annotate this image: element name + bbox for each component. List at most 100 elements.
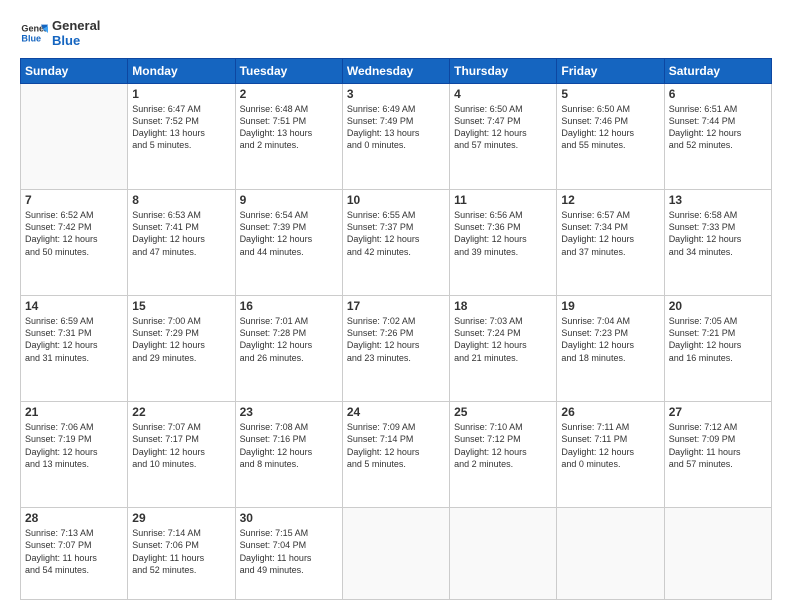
day-info: Sunrise: 7:05 AM Sunset: 7:21 PM Dayligh… [669,315,767,364]
day-number: 19 [561,299,659,313]
calendar-cell: 26Sunrise: 7:11 AM Sunset: 7:11 PM Dayli… [557,402,664,508]
day-number: 10 [347,193,445,207]
day-info: Sunrise: 6:48 AM Sunset: 7:51 PM Dayligh… [240,103,338,152]
day-number: 3 [347,87,445,101]
day-info: Sunrise: 6:59 AM Sunset: 7:31 PM Dayligh… [25,315,123,364]
calendar-cell [664,508,771,600]
day-info: Sunrise: 6:58 AM Sunset: 7:33 PM Dayligh… [669,209,767,258]
day-number: 1 [132,87,230,101]
day-number: 11 [454,193,552,207]
day-number: 5 [561,87,659,101]
day-number: 29 [132,511,230,525]
day-info: Sunrise: 7:03 AM Sunset: 7:24 PM Dayligh… [454,315,552,364]
calendar-cell: 7Sunrise: 6:52 AM Sunset: 7:42 PM Daylig… [21,190,128,296]
weekday-friday: Friday [557,59,664,84]
day-info: Sunrise: 7:06 AM Sunset: 7:19 PM Dayligh… [25,421,123,470]
calendar-cell: 6 Sunrise: 6:51 AM Sunset: 7:44 PM Daylig… [664,84,771,190]
day-number: 12 [561,193,659,207]
logo-blue-text: Blue [52,33,100,48]
calendar-cell: 18Sunrise: 7:03 AM Sunset: 7:24 PM Dayli… [450,296,557,402]
day-info: Sunrise: 7:07 AM Sunset: 7:17 PM Dayligh… [132,421,230,470]
calendar-cell: 1 Sunrise: 6:47 AM Sunset: 7:52 PM Daylig… [128,84,235,190]
calendar-cell: 2 Sunrise: 6:48 AM Sunset: 7:51 PM Daylig… [235,84,342,190]
week-row-2: 7Sunrise: 6:52 AM Sunset: 7:42 PM Daylig… [21,190,772,296]
calendar-cell [342,508,449,600]
calendar-cell: 12 Sunrise: 6:57 AM Sunset: 7:34 PM Dayli… [557,190,664,296]
day-number: 4 [454,87,552,101]
calendar-cell: 8 Sunrise: 6:53 AM Sunset: 7:41 PM Daylig… [128,190,235,296]
logo: General Blue General Blue [20,18,100,48]
calendar-cell: 11 Sunrise: 6:56 AM Sunset: 7:36 PM Dayli… [450,190,557,296]
day-info: Sunrise: 7:14 AM Sunset: 7:06 PM Dayligh… [132,527,230,576]
day-info: Sunrise: 7:09 AM Sunset: 7:14 PM Dayligh… [347,421,445,470]
day-info: Sunrise: 7:13 AM Sunset: 7:07 PM Dayligh… [25,527,123,576]
day-info: Sunrise: 6:56 AM Sunset: 7:36 PM Dayligh… [454,209,552,258]
calendar-cell: 3 Sunrise: 6:49 AM Sunset: 7:49 PM Daylig… [342,84,449,190]
weekday-saturday: Saturday [664,59,771,84]
calendar-cell: 20 Sunrise: 7:05 AM Sunset: 7:21 PM Dayli… [664,296,771,402]
calendar-cell [450,508,557,600]
day-number: 21 [25,405,123,419]
day-number: 14 [25,299,123,313]
calendar-cell: 14 Sunrise: 6:59 AM Sunset: 7:31 PM Dayli… [21,296,128,402]
calendar-cell: 16 Sunrise: 7:01 AM Sunset: 7:28 PM Dayli… [235,296,342,402]
page-header: General Blue General Blue [20,18,772,48]
day-info: Sunrise: 7:11 AM Sunset: 7:11 PM Dayligh… [561,421,659,470]
weekday-monday: Monday [128,59,235,84]
calendar-cell [557,508,664,600]
day-info: Sunrise: 7:15 AM Sunset: 7:04 PM Dayligh… [240,527,338,576]
calendar-cell: 21 Sunrise: 7:06 AM Sunset: 7:19 PM Dayli… [21,402,128,508]
calendar-table: SundayMondayTuesdayWednesdayThursdayFrid… [20,58,772,600]
week-row-5: 28 Sunrise: 7:13 AM Sunset: 7:07 PM Dayli… [21,508,772,600]
calendar-cell [21,84,128,190]
day-info: Sunrise: 6:47 AM Sunset: 7:52 PM Dayligh… [132,103,230,152]
day-number: 28 [25,511,123,525]
day-number: 15 [132,299,230,313]
day-info: Sunrise: 6:50 AM Sunset: 7:46 PM Dayligh… [561,103,659,152]
day-info: Sunrise: 6:51 AM Sunset: 7:44 PM Dayligh… [669,103,767,152]
day-info: Sunrise: 6:53 AM Sunset: 7:41 PM Dayligh… [132,209,230,258]
calendar-cell: 10 Sunrise: 6:55 AM Sunset: 7:37 PM Dayli… [342,190,449,296]
calendar-cell: 15 Sunrise: 7:00 AM Sunset: 7:29 PM Dayli… [128,296,235,402]
day-number: 16 [240,299,338,313]
calendar-cell: 22 Sunrise: 7:07 AM Sunset: 7:17 PM Dayli… [128,402,235,508]
day-info: Sunrise: 6:54 AM Sunset: 7:39 PM Dayligh… [240,209,338,258]
weekday-tuesday: Tuesday [235,59,342,84]
day-info: Sunrise: 7:04 AM Sunset: 7:23 PM Dayligh… [561,315,659,364]
day-number: 9 [240,193,338,207]
day-number: 23 [240,405,338,419]
calendar-cell: 4 Sunrise: 6:50 AM Sunset: 7:47 PM Daylig… [450,84,557,190]
day-number: 2 [240,87,338,101]
calendar-cell: 27Sunrise: 7:12 AM Sunset: 7:09 PM Dayli… [664,402,771,508]
calendar-cell: 17 Sunrise: 7:02 AM Sunset: 7:26 PM Dayli… [342,296,449,402]
day-number: 13 [669,193,767,207]
logo-icon: General Blue [20,19,48,47]
day-info: Sunrise: 7:02 AM Sunset: 7:26 PM Dayligh… [347,315,445,364]
day-number: 17 [347,299,445,313]
calendar-cell: 28 Sunrise: 7:13 AM Sunset: 7:07 PM Dayli… [21,508,128,600]
calendar-cell: 30 Sunrise: 7:15 AM Sunset: 7:04 PM Dayli… [235,508,342,600]
week-row-3: 14 Sunrise: 6:59 AM Sunset: 7:31 PM Dayli… [21,296,772,402]
day-number: 8 [132,193,230,207]
day-info: Sunrise: 6:57 AM Sunset: 7:34 PM Dayligh… [561,209,659,258]
calendar-cell: 9 Sunrise: 6:54 AM Sunset: 7:39 PM Daylig… [235,190,342,296]
day-info: Sunrise: 7:08 AM Sunset: 7:16 PM Dayligh… [240,421,338,470]
day-number: 30 [240,511,338,525]
calendar-cell: 29 Sunrise: 7:14 AM Sunset: 7:06 PM Dayli… [128,508,235,600]
calendar-cell: 19 Sunrise: 7:04 AM Sunset: 7:23 PM Dayli… [557,296,664,402]
day-info: Sunrise: 6:52 AM Sunset: 7:42 PM Dayligh… [25,209,123,258]
day-info: Sunrise: 6:50 AM Sunset: 7:47 PM Dayligh… [454,103,552,152]
day-info: Sunrise: 6:55 AM Sunset: 7:37 PM Dayligh… [347,209,445,258]
day-info: Sunrise: 7:12 AM Sunset: 7:09 PM Dayligh… [669,421,767,470]
calendar-cell: 25Sunrise: 7:10 AM Sunset: 7:12 PM Dayli… [450,402,557,508]
calendar-cell: 24Sunrise: 7:09 AM Sunset: 7:14 PM Dayli… [342,402,449,508]
day-number: 20 [669,299,767,313]
day-info: Sunrise: 7:00 AM Sunset: 7:29 PM Dayligh… [132,315,230,364]
day-number: 22 [132,405,230,419]
day-number: 6 [669,87,767,101]
day-info: Sunrise: 7:01 AM Sunset: 7:28 PM Dayligh… [240,315,338,364]
weekday-wednesday: Wednesday [342,59,449,84]
day-info: Sunrise: 6:49 AM Sunset: 7:49 PM Dayligh… [347,103,445,152]
svg-text:Blue: Blue [21,33,41,43]
calendar-cell: 5 Sunrise: 6:50 AM Sunset: 7:46 PM Daylig… [557,84,664,190]
